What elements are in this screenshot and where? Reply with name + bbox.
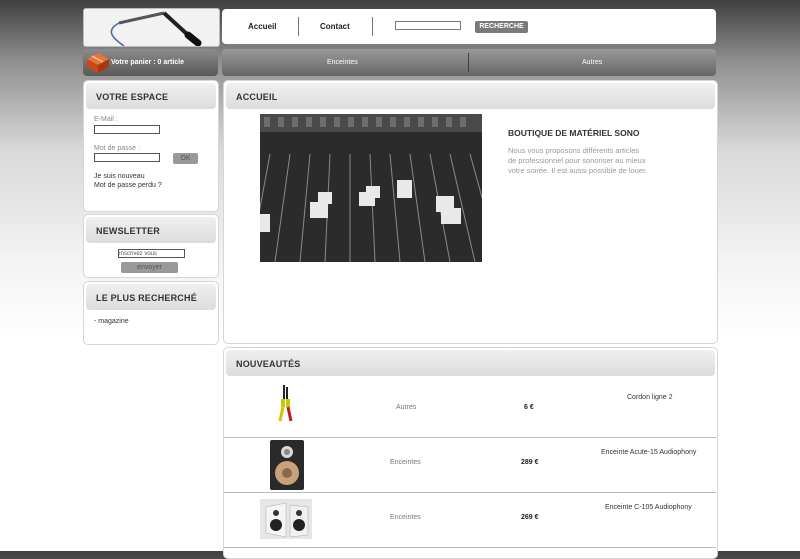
popular-item[interactable]: - magazine: [94, 318, 129, 325]
newsletter-submit-button[interactable]: envoyer: [121, 262, 178, 273]
nav-home-link[interactable]: Accueil: [248, 22, 276, 31]
newsletter-box-header: NEWSLETTER: [86, 217, 216, 243]
account-box: VOTRE ESPACE E-Mail : Mot de passe : OK …: [83, 80, 219, 212]
site-logo[interactable]: [83, 8, 220, 47]
product-price: 269 €: [521, 514, 539, 521]
popular-box-header: LE PLUS RECHERCHÉ: [86, 284, 216, 310]
nav-divider: [372, 17, 373, 36]
product-name[interactable]: Cordon ligne 2: [627, 394, 673, 401]
product-category: Autres: [396, 404, 417, 411]
newsletter-box: NEWSLETTER envoyer: [83, 214, 219, 278]
home-text-line-2: de professionnel pour sonoriser au mieux: [508, 156, 646, 165]
product-thumbnail: [270, 440, 304, 490]
product-thumbnail: [278, 385, 293, 422]
cart-bar[interactable]: Votre panier : 0 article: [83, 49, 218, 76]
product-name[interactable]: Enceinte C-105 Audiophony: [605, 504, 692, 511]
home-heading: BOUTIQUE DE MATÉRIEL SONO: [508, 128, 640, 138]
account-box-header: VOTRE ESPACE: [86, 83, 216, 109]
product-row[interactable]: Autres 6 € Cordon ligne 2: [224, 383, 716, 438]
popular-box: LE PLUS RECHERCHÉ - magazine: [83, 281, 219, 345]
product-price: 289 €: [521, 459, 539, 466]
home-section-header: ACCUEIL: [226, 83, 715, 109]
product-price: 6 €: [524, 404, 534, 411]
product-name[interactable]: Enceinte Acute-15 Audiophony: [601, 449, 696, 456]
home-section: ACCUEIL BOUTIQUE DE MATÉRIEL SONO Nous v…: [223, 80, 718, 344]
home-text-line-3: votre soirée. Il est aussi possible de l…: [508, 166, 648, 175]
login-ok-button[interactable]: OK: [173, 153, 198, 164]
product-row[interactable]: Enceintes 289 € Enceinte Acute-15 Audiop…: [224, 438, 716, 493]
category-link-autres[interactable]: Autres: [582, 59, 602, 66]
nav-contact-link[interactable]: Contact: [320, 22, 350, 31]
newsletter-email-input[interactable]: [118, 249, 185, 258]
register-link[interactable]: Je suis nouveau: [94, 173, 145, 180]
microphone-logo-image: [84, 9, 219, 46]
home-section-title: ACCUEIL: [236, 92, 278, 102]
category-divider: [468, 53, 469, 72]
category-link-enceintes[interactable]: Enceintes: [327, 59, 358, 66]
cart-summary: Votre panier : 0 article: [111, 59, 185, 66]
cart-box-icon: [87, 53, 109, 73]
search-input[interactable]: [395, 21, 461, 30]
email-field[interactable]: [94, 125, 160, 134]
newsletter-box-title: NEWSLETTER: [96, 226, 160, 236]
account-box-title: VOTRE ESPACE: [96, 92, 169, 102]
product-category: Enceintes: [390, 459, 421, 466]
product-thumbnail: [260, 499, 312, 539]
nav-divider: [298, 17, 299, 36]
news-section: NOUVEAUTÉS Autres 6 € Cordon ligne 2 Enc…: [223, 347, 718, 559]
top-navigation: Accueil Contact RECHERCHE: [222, 9, 716, 44]
search-button[interactable]: RECHERCHE: [475, 21, 528, 33]
password-field[interactable]: [94, 153, 160, 162]
home-text-line-1: Nous vous proposons différents articles: [508, 146, 640, 155]
password-label: Mot de passe :: [94, 145, 140, 152]
mixing-console-image: [260, 114, 482, 262]
email-label: E-Mail :: [94, 116, 118, 123]
category-navigation: Enceintes Autres: [222, 49, 716, 76]
product-row[interactable]: Enceintes 269 € Enceinte C-105 Audiophon…: [224, 493, 716, 548]
news-section-header: NOUVEAUTÉS: [226, 350, 715, 376]
news-section-title: NOUVEAUTÉS: [236, 359, 301, 369]
product-category: Enceintes: [390, 514, 421, 521]
popular-box-title: LE PLUS RECHERCHÉ: [96, 293, 197, 303]
lost-password-link[interactable]: Mot de passe perdu ?: [94, 182, 162, 189]
